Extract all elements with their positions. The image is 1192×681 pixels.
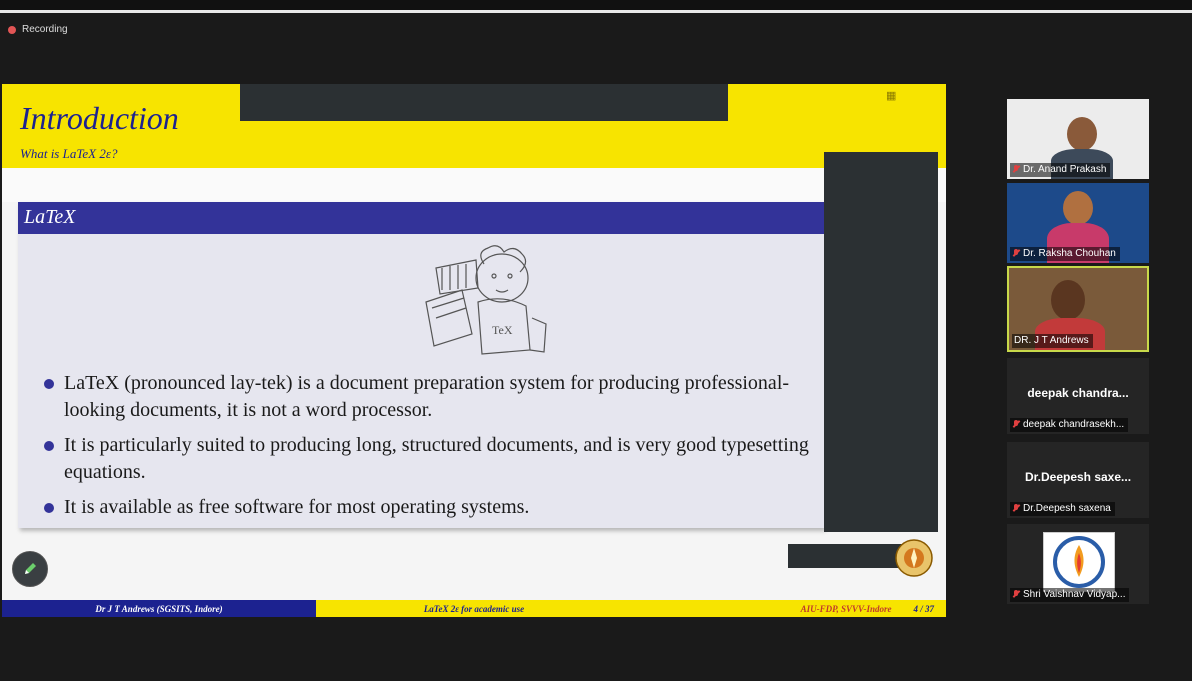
recording-label: Recording [22, 24, 68, 35]
pencil-icon [25, 563, 36, 574]
participant-tile[interactable]: Dr. Raksha Chouhan [1007, 183, 1149, 263]
participant-name-tag: Shri Vaishnav Vidyap... [1010, 588, 1130, 602]
participant-name-tag: deepak chandrasekh... [1010, 418, 1129, 432]
mic-muted-icon [1012, 165, 1020, 175]
footer-topic: LaTeX 2ε for academic use [316, 600, 632, 617]
footer-author: Dr J T Andrews (SGSITS, Indore) [2, 600, 316, 617]
mic-muted-icon [1012, 590, 1020, 600]
participant-name: DR. J T Andrews [1014, 335, 1089, 346]
footer-page: 4 / 37 [913, 603, 934, 614]
participant-name: Dr. Raksha Chouhan [1023, 248, 1116, 259]
footer-right: AIU-FDP, SVVV-Indore 4 / 37 [632, 600, 946, 617]
recording-indicator: Recording [8, 24, 68, 35]
svg-text:TeX: TeX [492, 323, 513, 337]
slide-band [2, 168, 946, 202]
bullet-icon [44, 441, 54, 451]
participant-name: Shri Vaishnav Vidyap... [1023, 589, 1126, 600]
bullet-text: It is available as free software for mos… [64, 496, 530, 518]
bullet-list: LaTeX (pronounced lay-tek) is a document… [40, 370, 820, 529]
participant-tile-active-speaker[interactable]: DR. J T Andrews [1007, 266, 1149, 352]
slide-title: Introduction [20, 100, 179, 136]
participant-display-name: deepak chandra... [1027, 386, 1129, 400]
redacted-area-right [824, 152, 938, 532]
mic-muted-icon [1012, 249, 1020, 259]
institution-logo [1043, 532, 1115, 592]
participant-tile[interactable]: Dr. Anand Prakash [1007, 99, 1149, 179]
participant-video [1051, 280, 1085, 320]
participant-name: Dr.Deepesh saxena [1023, 503, 1111, 514]
participant-video [1067, 117, 1097, 151]
participant-video [1063, 191, 1093, 225]
bullet-text: It is particularly suited to producing l… [64, 434, 809, 483]
participant-tile[interactable]: deepak chandra... deepak chandrasekh... [1007, 358, 1149, 434]
redacted-area-top [240, 84, 728, 121]
participant-name-tag: Dr. Raksha Chouhan [1010, 247, 1120, 261]
content-block: LaTeX TeX LaTeX (pronounced lay-tek) is … [18, 202, 824, 528]
bullet-text: LaTeX (pronounced lay-tek) is a document… [64, 372, 790, 421]
shared-screen-slide: Introduction What is LaTeX 2ε? ▦ LaTeX T… [2, 84, 946, 617]
participant-display-name: Dr.Deepesh saxe... [1024, 470, 1132, 484]
slide-subtitle: What is LaTeX 2ε? [20, 146, 118, 161]
participant-tile[interactable]: Shri Vaishnav Vidyap... [1007, 524, 1149, 604]
bullet-icon [44, 379, 54, 389]
grid-icon: ▦ [886, 90, 897, 102]
participant-tile[interactable]: Dr.Deepesh saxe... Dr.Deepesh saxena [1007, 442, 1149, 518]
annotate-button[interactable] [12, 551, 48, 587]
block-title: LaTeX [24, 206, 76, 228]
bullet-icon [44, 503, 54, 513]
mic-muted-icon [1012, 420, 1020, 430]
block-header: LaTeX [18, 202, 824, 234]
mic-muted-icon [1012, 504, 1020, 514]
institution-seal-logo [895, 539, 933, 577]
list-item: It is particularly suited to producing l… [40, 432, 820, 486]
window-top-bar [0, 0, 1192, 13]
slide-footer: Dr J T Andrews (SGSITS, Indore) LaTeX 2ε… [2, 600, 946, 617]
participant-name-tag: Dr. Anand Prakash [1010, 163, 1111, 177]
record-dot-icon [8, 25, 16, 34]
tex-lion-illustration: TeX [425, 245, 547, 355]
footer-event: AIU-FDP, SVVV-Indore [800, 603, 892, 614]
list-item: It is available as free software for mos… [40, 494, 820, 521]
participant-name: deepak chandrasekh... [1023, 419, 1125, 430]
list-item: LaTeX (pronounced lay-tek) is a document… [40, 370, 820, 424]
participant-name-tag: DR. J T Andrews [1012, 334, 1093, 348]
participant-name: Dr. Anand Prakash [1023, 164, 1107, 175]
participant-name-tag: Dr.Deepesh saxena [1010, 502, 1115, 516]
